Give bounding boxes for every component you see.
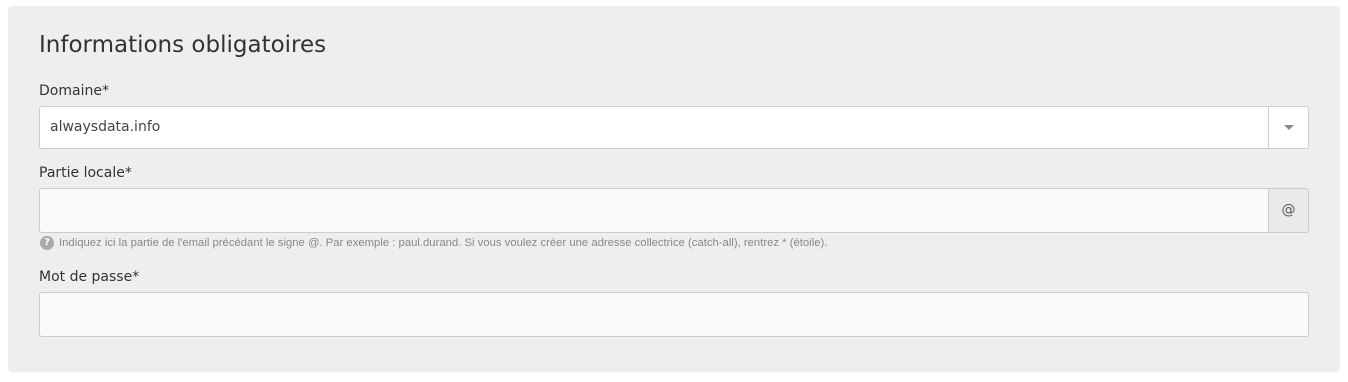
password-label: Mot de passe* — [39, 269, 140, 285]
chevron-down-icon — [1284, 125, 1294, 130]
at-sign-addon: @ — [1269, 188, 1309, 233]
local-part-group: @ — [39, 188, 1309, 233]
domain-select-toggle[interactable] — [1268, 107, 1308, 148]
local-part-help: ? Indiquez ici la partie de l'email préc… — [40, 235, 827, 251]
local-part-help-text: Indiquez ici la partie de l'email précéd… — [59, 237, 828, 249]
domain-select[interactable]: alwaysdata.info — [39, 106, 1309, 149]
local-part-label: Partie locale* — [39, 165, 132, 181]
question-circle-icon: ? — [40, 236, 54, 250]
required-info-panel: Informations obligatoires Domaine* alway… — [8, 6, 1340, 372]
domain-select-value: alwaysdata.info — [50, 119, 161, 135]
domain-label: Domaine* — [39, 83, 109, 99]
section-title: Informations obligatoires — [39, 32, 327, 58]
local-part-input[interactable] — [39, 188, 1269, 233]
password-input[interactable] — [39, 292, 1309, 337]
